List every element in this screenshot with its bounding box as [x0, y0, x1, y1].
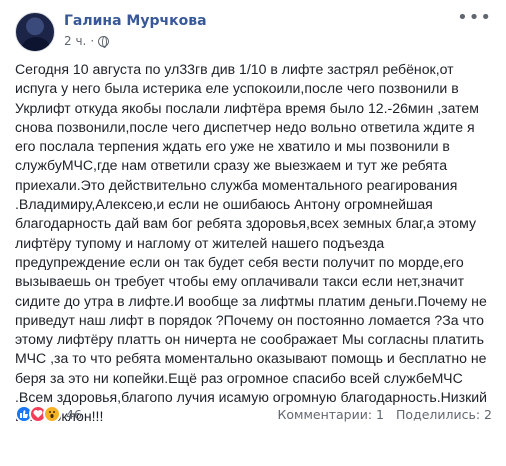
reactions-summary[interactable]: 46 — [15, 405, 82, 423]
post-text-line: беря за это ни копейки.Ещё раз огромное … — [15, 369, 463, 386]
post-text-line: испуга у него была истерика еле успокоил… — [15, 80, 459, 97]
engagement-stats: Комментарии: 1 Поделились: 2 — [278, 407, 493, 422]
post-text-line: приведут наш лифт в порядок ?Почему он п… — [15, 311, 484, 328]
post-text-line: приехали.Это действительно служба момент… — [15, 176, 458, 193]
wow-icon — [43, 405, 61, 423]
post-text: Сегодня 10 августа по ул33гв див 1/10 в … — [15, 60, 495, 427]
post-card: Галина Мурчкова 2 ч. · ••• Сегодня 10 ав… — [0, 0, 506, 466]
post-text-line: сидите до утра в лифте.И вообще за лифтм… — [15, 292, 487, 309]
comments-count[interactable]: Комментарии: 1 — [278, 407, 385, 422]
globe-icon[interactable] — [98, 35, 110, 48]
post-meta: 2 ч. · — [64, 34, 110, 48]
post-text-line: предупреждение если он так будет себя ве… — [15, 253, 464, 270]
post-text-line: его послала терпения ждать его уже не хв… — [15, 138, 450, 155]
author-name[interactable]: Галина Мурчкова — [64, 13, 207, 29]
reaction-count: 46 — [66, 406, 82, 422]
more-options-icon[interactable]: ••• — [457, 9, 492, 27]
post-text-line: МЧС ,за то что ребята моментально оказыв… — [15, 350, 487, 367]
post-text-line: этому лифтёру платть он ничерта не сообр… — [15, 331, 484, 348]
shares-count[interactable]: Поделились: 2 — [396, 407, 492, 422]
post-text-line: Укрлифт откуда якобы послали лифтёра вре… — [15, 99, 479, 116]
post-text-line: Сегодня 10 августа по ул33гв див 1/10 в … — [15, 61, 454, 77]
post-text-line: вызываешь он требует чтобы ему оплачивал… — [15, 273, 465, 290]
post-text-line: службуМЧС,где нам ответили сразу же выез… — [15, 157, 448, 174]
post-text-line: снова позвонили,после чего диспетчер нед… — [15, 118, 475, 135]
post-text-line: .Владимиру,Алексею,и если не ошибаюсь Ан… — [15, 196, 433, 213]
meta-separator: · — [90, 34, 95, 48]
post-time[interactable]: 2 ч. — [64, 34, 86, 48]
post-footer: 46 Комментарии: 1 Поделились: 2 — [15, 404, 492, 424]
post-text-line: благодарность дай вам бог ребята здоровь… — [15, 215, 477, 232]
avatar[interactable] — [15, 12, 55, 52]
post-text-line: лифтёру тупому и наглому от жителей наше… — [15, 234, 385, 251]
